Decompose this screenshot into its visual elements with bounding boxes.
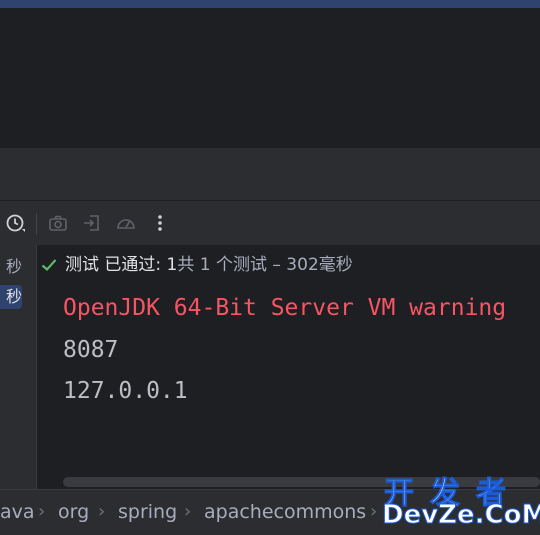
breadcrumb-item[interactable]: org	[58, 500, 89, 524]
window-title-bar	[0, 0, 540, 8]
breadcrumb-item[interactable]: spring	[118, 500, 177, 524]
test-passed-label: 测试 已通过:	[65, 255, 167, 275]
test-tree-item-selected[interactable]: 秒	[0, 285, 22, 309]
export-icon[interactable]	[80, 211, 104, 235]
chevron-right-icon: ›	[370, 501, 378, 522]
tool-window-header	[0, 148, 540, 200]
check-icon	[41, 259, 57, 272]
camera-icon[interactable]	[46, 211, 70, 235]
editor-area[interactable]	[0, 8, 540, 148]
console-line: 8087	[63, 337, 119, 363]
chevron-right-icon: ›	[184, 501, 192, 522]
console-output[interactable]: 测试 已通过: 1共 1 个测试 – 302毫秒 OpenJDK 64-Bit …	[37, 245, 540, 489]
toolbar-separator	[36, 213, 37, 235]
console-line: 127.0.0.1	[63, 378, 188, 404]
test-summary-detail: 共 1 个测试 – 302毫秒	[177, 255, 353, 275]
test-passed-count: 1	[166, 255, 178, 275]
run-toolbar	[0, 200, 540, 245]
breadcrumb-item[interactable]: ava	[0, 500, 35, 524]
watermark-logo: 开发者 DevZe.CoM	[380, 468, 540, 532]
test-tree-panel: 秒 秒	[0, 245, 37, 489]
history-clock-icon[interactable]	[4, 211, 28, 235]
breadcrumb-item[interactable]: apachecommons	[204, 500, 366, 524]
more-vertical-icon[interactable]	[148, 211, 172, 235]
test-tree-item[interactable]: 秒	[0, 255, 22, 279]
chevron-right-icon: ›	[98, 501, 106, 522]
watermark-bottom-text: DevZe.CoM	[381, 500, 540, 531]
gauge-icon[interactable]	[114, 211, 138, 235]
chevron-right-icon: ›	[38, 501, 46, 522]
console-line-warning: OpenJDK 64-Bit Server VM warning	[63, 295, 507, 321]
